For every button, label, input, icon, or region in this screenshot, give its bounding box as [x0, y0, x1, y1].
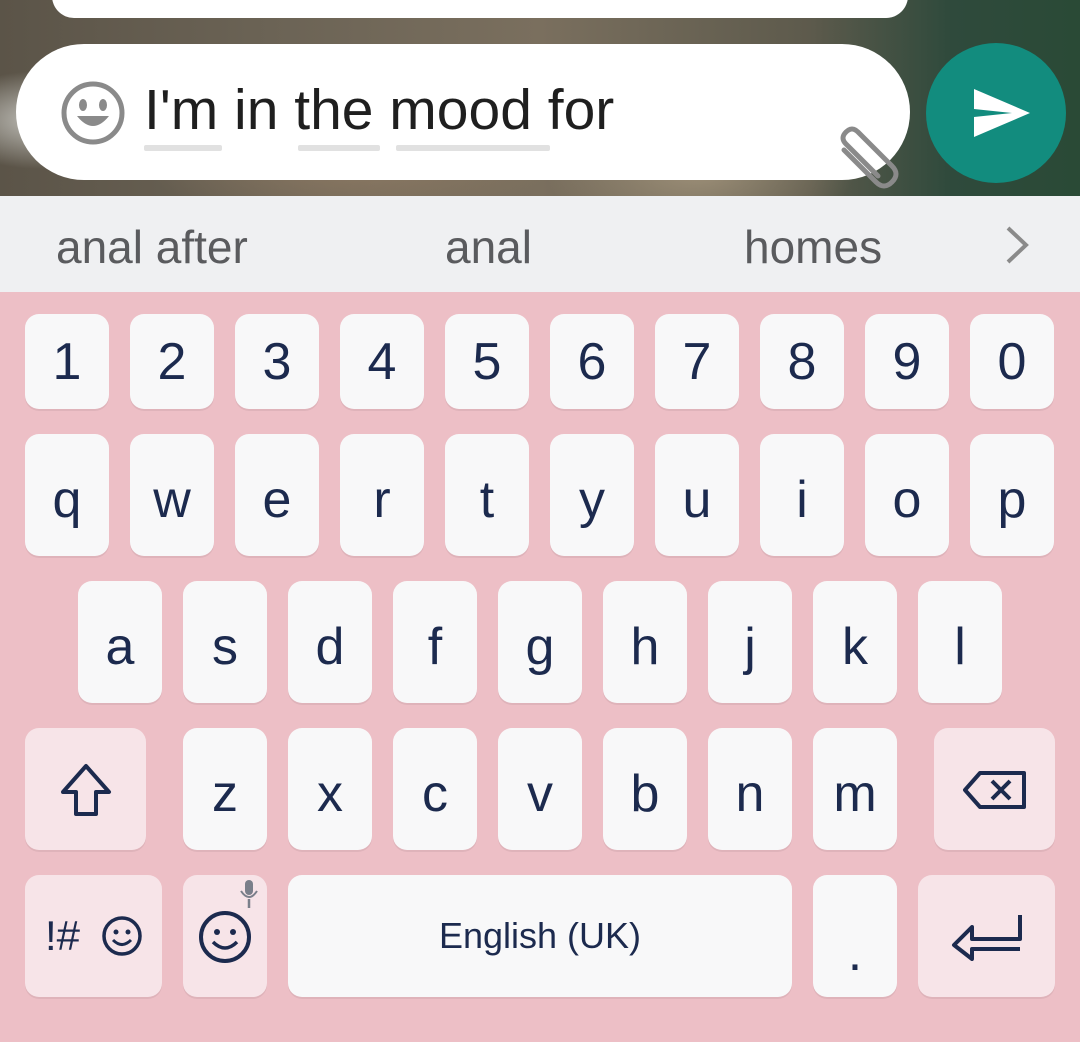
enter-icon [952, 915, 1022, 961]
key-1[interactable]: 1 [25, 314, 109, 409]
suggestion-3[interactable]: homes [744, 224, 882, 270]
enter-key[interactable] [918, 875, 1055, 997]
emoji-key[interactable] [183, 875, 267, 997]
key-o[interactable]: o [865, 434, 949, 556]
key-8[interactable]: 8 [760, 314, 844, 409]
suggestion-1[interactable]: anal after [56, 224, 248, 270]
key-f[interactable]: f [393, 581, 477, 703]
key-m[interactable]: m [813, 728, 897, 850]
shift-key[interactable] [25, 728, 146, 850]
key-b[interactable]: b [603, 728, 687, 850]
key-6[interactable]: 6 [550, 314, 634, 409]
key-d[interactable]: d [288, 581, 372, 703]
key-x[interactable]: x [288, 728, 372, 850]
key-t[interactable]: t [445, 434, 529, 556]
key-z[interactable]: z [183, 728, 267, 850]
key-n[interactable]: n [708, 728, 792, 850]
word-underline [396, 145, 550, 151]
word-underline [298, 145, 380, 151]
chevron-right-icon[interactable] [1000, 224, 1034, 266]
key-w[interactable]: w [130, 434, 214, 556]
suggestion-2[interactable]: anal [445, 224, 532, 270]
key-p[interactable]: p [970, 434, 1054, 556]
period-key[interactable]: . [813, 875, 897, 997]
key-l[interactable]: l [918, 581, 1002, 703]
key-k[interactable]: k [813, 581, 897, 703]
key-i[interactable]: i [760, 434, 844, 556]
key-y[interactable]: y [550, 434, 634, 556]
word-underline [144, 145, 222, 151]
key-a[interactable]: a [78, 581, 162, 703]
key-2[interactable]: 2 [130, 314, 214, 409]
attach-icon[interactable] [826, 124, 902, 190]
emoji-small-icon [102, 916, 142, 956]
send-icon [974, 89, 1030, 137]
suggestion-bar: anal after anal homes [0, 196, 1080, 292]
symbols-key[interactable]: !# [25, 875, 162, 997]
key-j[interactable]: j [708, 581, 792, 703]
previous-message-card [52, 0, 908, 18]
emoji-icon[interactable] [60, 80, 126, 146]
key-3[interactable]: 3 [235, 314, 319, 409]
send-button[interactable] [926, 43, 1066, 183]
key-h[interactable]: h [603, 581, 687, 703]
key-u[interactable]: u [655, 434, 739, 556]
symbols-label: !# [45, 912, 81, 959]
key-0[interactable]: 0 [970, 314, 1054, 409]
space-key[interactable]: English (UK) [288, 875, 792, 997]
message-input[interactable]: I'm in the mood for [144, 82, 614, 139]
backspace-icon [963, 771, 1026, 809]
key-s[interactable]: s [183, 581, 267, 703]
key-5[interactable]: 5 [445, 314, 529, 409]
mic-icon [240, 880, 258, 908]
key-9[interactable]: 9 [865, 314, 949, 409]
key-c[interactable]: c [393, 728, 477, 850]
key-v[interactable]: v [498, 728, 582, 850]
key-g[interactable]: g [498, 581, 582, 703]
emoji-keyboard-icon [199, 911, 251, 963]
key-q[interactable]: q [25, 434, 109, 556]
key-r[interactable]: r [340, 434, 424, 556]
backspace-key[interactable] [934, 728, 1055, 850]
key-7[interactable]: 7 [655, 314, 739, 409]
key-4[interactable]: 4 [340, 314, 424, 409]
key-e[interactable]: e [235, 434, 319, 556]
shift-icon [61, 764, 111, 816]
